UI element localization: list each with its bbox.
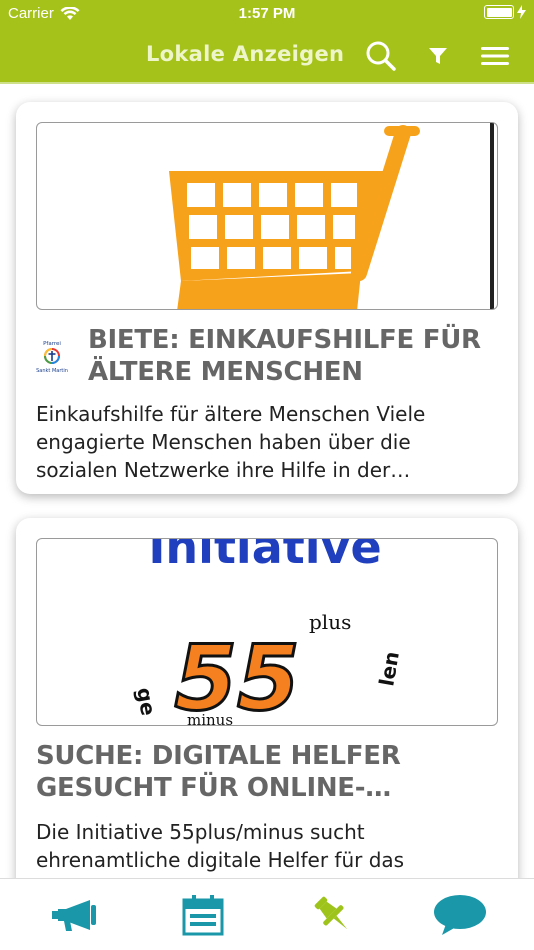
charging-bolt-icon — [517, 5, 526, 19]
nav-bar: Lokale Anzeigen — [0, 28, 534, 84]
ad-title[interactable]: BIETE: EINKAUFSHILFE FÜR ÄLTERE MENSCHEN — [88, 324, 508, 388]
ad-image-shopping-cart — [36, 122, 498, 310]
tab-chat[interactable] — [393, 879, 526, 950]
filter-button[interactable] — [422, 28, 454, 84]
filter-icon — [429, 48, 447, 64]
page-title: Lokale Anzeigen — [146, 42, 345, 66]
chat-icon — [433, 895, 486, 935]
tab-calendar[interactable] — [136, 879, 269, 950]
battery-icon — [484, 5, 514, 19]
curved-word-right: len — [374, 650, 404, 688]
organization-logo: Pfarrei Sankt Martin — [34, 338, 70, 374]
ad-description: Einkaufshilfe für ältere Menschen Viele … — [36, 402, 426, 482]
tab-bar — [0, 878, 534, 950]
initiative-heading: Initiative — [148, 539, 381, 574]
menu-icon — [481, 47, 509, 65]
search-icon — [366, 41, 396, 71]
menu-button[interactable] — [478, 28, 512, 84]
ad-list[interactable]: Pfarrei Sankt Martin BIETE: EINKAUFSHILF… — [0, 86, 534, 878]
plus-label: plus — [309, 610, 351, 634]
curved-word-left: ge — [132, 686, 160, 718]
ad-title[interactable]: SUCHE: DIGITALE HELFER GESUCHT FÜR ONLIN… — [36, 740, 498, 804]
ad-description: Die Initiative 55plus/minus sucht ehrena… — [36, 820, 405, 872]
ad-card[interactable]: Pfarrei Sankt Martin BIETE: EINKAUFSHILF… — [16, 102, 518, 494]
ad-card[interactable]: Initiative plus 55 minus ge len SUCHE: D… — [16, 518, 518, 878]
ad-image-initiative-55plus: Initiative plus 55 minus ge len — [36, 538, 498, 726]
clock: 1:57 PM — [238, 5, 296, 22]
svg-text:Pfarrei: Pfarrei — [43, 341, 61, 347]
svg-text:Sankt Martin: Sankt Martin — [36, 368, 68, 374]
shopping-cart-icon — [169, 125, 420, 309]
pin-icon — [314, 896, 347, 930]
tab-pinboard[interactable] — [266, 879, 399, 950]
tab-announcements[interactable] — [8, 879, 141, 950]
status-bar: Carrier 1:57 PM — [0, 0, 534, 28]
search-button[interactable] — [362, 28, 400, 84]
megaphone-icon — [51, 900, 96, 931]
battery-indicator — [484, 5, 526, 19]
minus-label: minus — [187, 711, 233, 726]
calendar-icon — [182, 895, 223, 936]
